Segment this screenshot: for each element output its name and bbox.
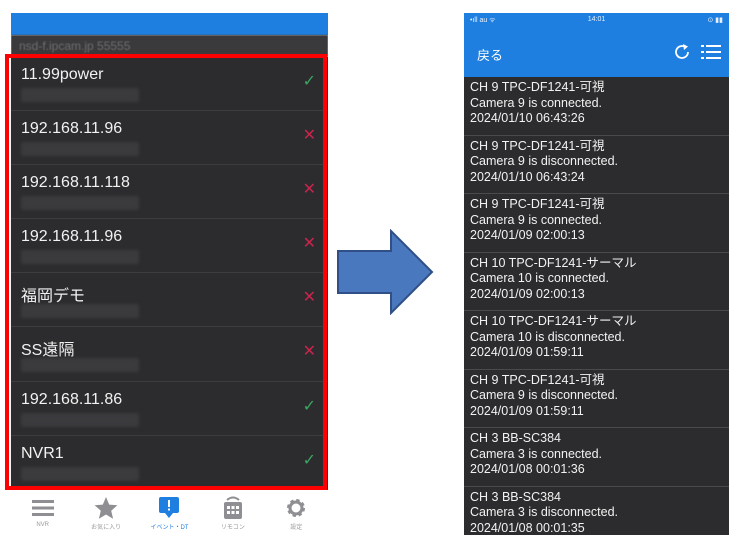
device-row[interactable]: 192.168.11.86 ✓	[11, 382, 328, 436]
device-name: 192.168.11.118	[21, 174, 130, 192]
device-detail-blurred	[21, 304, 139, 319]
device-detail-blurred	[21, 466, 139, 481]
left-top-bar	[11, 13, 328, 35]
event-timestamp: 2024/01/08 00:01:35	[470, 520, 585, 535]
device-name: 福岡デモ	[21, 288, 86, 306]
event-title: CH 9 TPC-DF1241-可視	[470, 138, 605, 153]
device-row[interactable]: SS遠隔 ✕	[11, 327, 328, 382]
refresh-icon[interactable]	[672, 42, 692, 62]
event-log-screen: •ıll au ᯤ 14:01 ⊙ ▮▮ 戻る CH 9 TPC-DF1241-…	[464, 13, 729, 535]
connected-check-icon: ✓	[302, 73, 316, 90]
event-row[interactable]: CH 9 TPC-DF1241-可視 Camera 9 is disconnec…	[464, 136, 729, 194]
device-row[interactable]: 192.168.11.96 ✕	[11, 111, 328, 166]
clock: 14:01	[587, 16, 606, 23]
back-button[interactable]: 戻る	[477, 45, 503, 64]
event-list: CH 9 TPC-DF1241-可視 Camera 9 is connected…	[464, 77, 729, 535]
tab-label: お気に入り	[91, 525, 122, 531]
event-title: CH 10 TPC-DF1241-サーマル	[470, 314, 637, 328]
gear-icon	[287, 499, 306, 517]
status-bar: •ıll au ᯤ 14:01 ⊙ ▮▮	[464, 13, 729, 29]
device-detail-blurred	[21, 412, 139, 427]
event-row[interactable]: CH 10 TPC-DF1241-サーマル Camera 10 is disco…	[464, 311, 729, 370]
device-name: 192.168.11.96	[21, 120, 123, 138]
disconnected-cross-icon: ✕	[302, 235, 316, 253]
event-title: CH 9 TPC-DF1241-可視	[470, 197, 605, 211]
device-name: NVR1	[21, 444, 64, 462]
connected-check-icon: ✓	[302, 397, 316, 415]
event-timestamp: 2024/01/09 01:59:11	[470, 403, 584, 418]
tab-label: 設定	[290, 525, 303, 531]
server-address: nsd-f.ipcam.jp 55555	[11, 35, 328, 57]
device-detail-blurred	[21, 142, 139, 157]
event-timestamp: 2024/01/08 00:01:36	[470, 462, 585, 476]
device-row[interactable]: 11.99power ✓	[11, 57, 328, 112]
remote-icon	[223, 496, 242, 519]
event-timestamp: 2024/01/09 02:00:13	[470, 286, 585, 301]
device-detail-blurred	[21, 196, 139, 211]
device-row[interactable]: 福岡デモ ✕	[11, 273, 328, 328]
event-title: CH 9 TPC-DF1241-可視	[470, 80, 605, 94]
nav-bar: 戻る	[464, 29, 729, 77]
tab-events[interactable]: イベント・DT	[144, 493, 194, 535]
device-detail-blurred	[21, 88, 139, 102]
device-name: SS遠隔	[21, 342, 75, 360]
tab-label: リモコン	[220, 525, 245, 531]
device-row[interactable]: 192.168.11.96 ✕	[11, 219, 328, 274]
event-icon	[159, 497, 180, 518]
disconnected-cross-icon: ✕	[302, 181, 316, 199]
disconnected-cross-icon: ✕	[302, 289, 316, 307]
disconnected-cross-icon: ✕	[302, 127, 316, 145]
device-name: 192.168.11.96	[21, 228, 123, 246]
event-title: CH 9 TPC-DF1241-可視	[470, 372, 605, 387]
event-message: Camera 10 is connected.	[470, 271, 609, 285]
event-title: CH 3 BB-SC384	[470, 431, 562, 445]
connected-check-icon: ✓	[302, 451, 316, 469]
tab-bar: NVR お気に入り イベント・DT リモコン 設定	[11, 493, 328, 535]
star-icon	[94, 497, 118, 519]
device-list-screen: nsd-f.ipcam.jp 55555 11.99power ✓ 192.16…	[11, 13, 328, 535]
tab-label: NVR	[36, 522, 50, 528]
device-name: 192.168.11.86	[21, 390, 123, 408]
device-detail-blurred	[21, 250, 139, 265]
tab-remote[interactable]: リモコン	[208, 493, 258, 535]
event-row[interactable]: CH 10 TPC-DF1241-サーマル Camera 10 is conne…	[464, 253, 729, 311]
event-message: Camera 10 is disconnected.	[470, 329, 625, 344]
event-message: Camera 9 is connected.	[470, 212, 603, 227]
battery-indicator: ⊙ ▮▮	[707, 17, 723, 24]
device-name: 11.99power	[21, 66, 104, 83]
event-title: CH 3 BB-SC384	[470, 489, 562, 504]
event-row[interactable]: CH 3 BB-SC384 Camera 3 is connected. 202…	[464, 428, 729, 487]
arrow-right-icon	[337, 229, 434, 315]
device-list: 11.99power ✓ 192.168.11.96 ✕ 192.168.11.…	[11, 57, 328, 490]
event-message: Camera 9 is connected.	[470, 95, 603, 110]
event-timestamp: 2024/01/10 06:43:24	[470, 169, 585, 184]
event-message: Camera 9 is disconnected.	[470, 388, 618, 402]
tab-favorites[interactable]: お気に入り	[81, 493, 131, 535]
event-message: Camera 3 is connected.	[470, 446, 603, 461]
disconnected-cross-icon: ✕	[302, 343, 316, 361]
list-icon	[31, 500, 54, 516]
event-message: Camera 3 is disconnected.	[470, 505, 618, 519]
device-row[interactable]: 192.168.11.118 ✕	[11, 165, 328, 220]
event-timestamp: 2024/01/09 01:59:11	[470, 345, 584, 359]
device-detail-blurred	[21, 358, 139, 373]
tab-nvr[interactable]: NVR	[18, 493, 68, 535]
event-row[interactable]: CH 9 TPC-DF1241-可視 Camera 9 is connected…	[464, 77, 729, 136]
tab-label: イベント・DT	[150, 525, 189, 531]
event-row[interactable]: CH 9 TPC-DF1241-可視 Camera 9 is disconnec…	[464, 370, 729, 428]
list-icon[interactable]	[701, 43, 721, 61]
event-timestamp: 2024/01/09 02:00:13	[470, 228, 585, 242]
event-title: CH 10 TPC-DF1241-サーマル	[470, 255, 637, 270]
event-message: Camera 9 is disconnected.	[470, 154, 618, 168]
device-row[interactable]: NVR1 ✓	[11, 436, 328, 490]
event-timestamp: 2024/01/10 06:43:26	[470, 111, 585, 125]
event-row[interactable]: CH 9 TPC-DF1241-可視 Camera 9 is connected…	[464, 194, 729, 253]
event-row[interactable]: CH 3 BB-SC384 Camera 3 is disconnected. …	[464, 487, 729, 535]
tab-settings[interactable]: 設定	[271, 493, 321, 535]
